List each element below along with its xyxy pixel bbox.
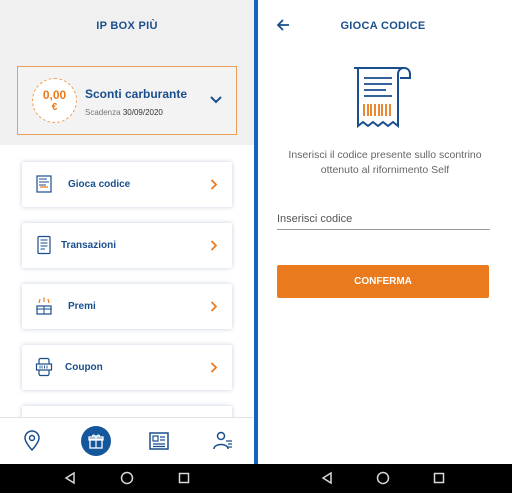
discount-amount: 0,00 — [42, 87, 67, 102]
receipt-icon — [36, 175, 52, 193]
location-pin-icon[interactable] — [20, 429, 44, 453]
instruction-text: Inserisci il codice presente sullo scont… — [288, 149, 482, 176]
gift-icon — [88, 434, 104, 449]
prize-icon — [36, 297, 52, 315]
system-nav-bar — [0, 464, 512, 493]
back-triangle-icon[interactable] — [320, 471, 334, 485]
menu-item-label: Gioca codice — [68, 179, 131, 190]
expiry-label: Scadenza — [85, 108, 121, 117]
chevron-down-icon[interactable] — [210, 95, 222, 105]
fuel-discount-card[interactable]: 0,00 € Sconti carburante Scadenza 30/09/… — [17, 66, 237, 135]
discount-badge: 0,00 € — [32, 78, 77, 123]
home-circle-icon[interactable] — [120, 471, 134, 485]
right-screen: GIOCA CODICE Inserisci il codice present… — [258, 0, 512, 493]
chevron-right-icon — [210, 362, 218, 373]
transactions-icon — [37, 235, 51, 255]
menu-item-label: Transazioni — [61, 240, 117, 251]
discount-title: Sconti carburante — [85, 87, 188, 101]
page-title: GIOCA CODICE — [340, 20, 426, 32]
news-icon[interactable] — [147, 429, 171, 453]
gift-button[interactable] — [81, 426, 111, 456]
home-circle-icon[interactable] — [376, 471, 390, 485]
code-input[interactable] — [277, 209, 490, 230]
menu-item-coupon[interactable]: Coupon — [22, 345, 232, 390]
chevron-right-icon — [210, 179, 218, 190]
chevron-right-icon — [210, 240, 218, 251]
menu-item-premi[interactable]: Premi — [22, 284, 232, 329]
menu-list: Gioca codice Transazioni Premi Coupon — [0, 145, 254, 417]
recents-square-icon[interactable] — [432, 471, 446, 485]
discount-currency: € — [51, 101, 58, 113]
app-header: IP BOX PIÙ — [0, 0, 254, 52]
menu-item-transazioni[interactable]: Transazioni — [22, 223, 232, 268]
profile-icon[interactable] — [211, 429, 235, 453]
receipt-icon — [354, 67, 411, 129]
chevron-right-icon — [210, 301, 218, 312]
discount-expiry: Scadenza 30/09/2020 — [85, 108, 163, 117]
left-screen: IP BOX PIÙ 0,00 € Sconti carburante Scad… — [0, 0, 256, 493]
menu-item-partial[interactable] — [22, 406, 232, 417]
menu-item-gioca-codice[interactable]: Gioca codice — [22, 162, 232, 207]
coupon-icon — [35, 357, 53, 377]
app-header: GIOCA CODICE — [258, 0, 512, 52]
menu-item-label: Premi — [68, 301, 96, 312]
menu-item-label: Coupon — [65, 362, 103, 373]
recents-square-icon[interactable] — [177, 471, 191, 485]
page-title: IP BOX PIÙ — [96, 20, 158, 32]
confirm-button[interactable]: CONFERMA — [277, 265, 489, 298]
back-triangle-icon[interactable] — [63, 471, 77, 485]
bottom-nav — [0, 417, 254, 464]
expiry-date: 30/09/2020 — [122, 108, 163, 117]
